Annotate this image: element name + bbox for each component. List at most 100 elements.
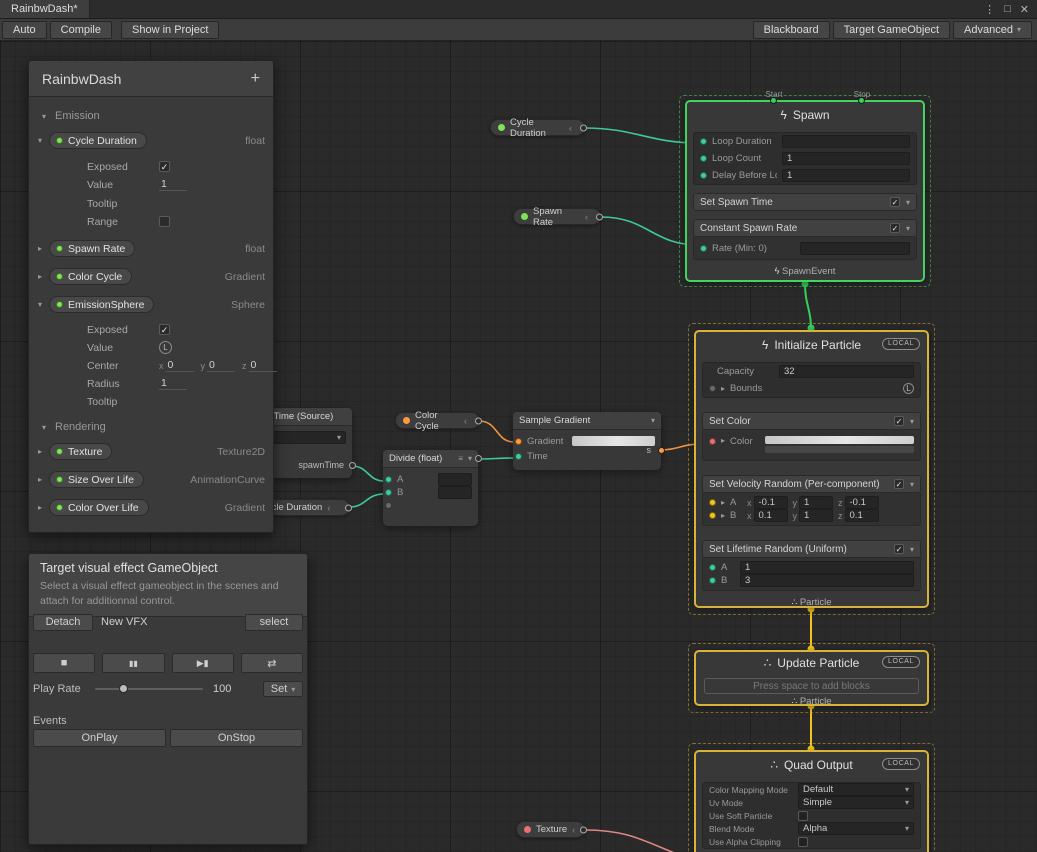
window-menu-icon[interactable]: ⋮	[984, 3, 995, 16]
spawntime-output-port[interactable]	[349, 462, 356, 469]
gradient-input-port[interactable]	[515, 438, 522, 445]
set-color-block[interactable]: Set Color ✓ ▾ ▸ Color	[702, 412, 921, 461]
add-parameter-button[interactable]: +	[251, 70, 260, 88]
alpha-clipping-checkbox[interactable]	[798, 837, 808, 847]
param-row-size-over-life[interactable]: ▸ Size Over Life AnimationCurve	[35, 471, 265, 488]
tab-rainbwdash[interactable]: RainbwDash*	[0, 0, 90, 18]
exposed-checkbox[interactable]: ✓	[159, 161, 170, 172]
bounds-port[interactable]	[709, 385, 716, 392]
divide-b-port[interactable]	[385, 489, 392, 496]
param-row-texture[interactable]: ▸ Texture Texture2D	[35, 443, 265, 460]
pill-output-port[interactable]	[475, 417, 482, 424]
sample-gradient-header[interactable]: Sample Gradient ▾	[513, 412, 661, 430]
blackboard-header[interactable]: RainbwDash +	[29, 61, 273, 97]
block-enabled-checkbox[interactable]: ✓	[890, 223, 900, 233]
lifetime-b-field[interactable]: 3	[740, 574, 914, 587]
blackboard-toggle-button[interactable]: Blackboard	[753, 21, 830, 39]
sample-output-port[interactable]	[658, 447, 665, 454]
set-lifetime-block[interactable]: Set Lifetime Random (Uniform) ✓ ▾ A 1 B …	[702, 540, 921, 591]
chevron-down-icon[interactable]: ▾	[39, 423, 49, 432]
caret-down-icon[interactable]: ▾	[468, 454, 472, 463]
chevron-right-icon[interactable]: ▸	[35, 475, 45, 484]
velocity-b-y[interactable]: 1	[799, 509, 833, 522]
restart-button[interactable]: ⇄	[241, 653, 303, 673]
collapse-icon[interactable]: ‹	[572, 825, 575, 835]
capacity-field[interactable]: 32	[779, 365, 914, 378]
param-row-color-over-life[interactable]: ▸ Color Over Life Gradient	[35, 499, 265, 516]
pill-spawn-rate[interactable]: Spawn Rate ‹	[513, 208, 601, 225]
set-velocity-block[interactable]: Set Velocity Random (Per-component) ✓ ▾ …	[702, 475, 921, 526]
update-placeholder[interactable]: Press space to add blocks	[704, 678, 919, 694]
center-x-field[interactable]: 0	[166, 359, 194, 372]
chevron-right-icon[interactable]: ▸	[721, 498, 725, 507]
color-input-port[interactable]	[709, 438, 716, 445]
play-rate-slider[interactable]	[95, 688, 203, 690]
step-button[interactable]: ▶▮	[172, 653, 234, 673]
caret-down-icon[interactable]: ▾	[906, 198, 910, 207]
loop-duration-port[interactable]	[700, 138, 707, 145]
chevron-down-icon[interactable]: ▾	[35, 136, 45, 145]
delay-port[interactable]	[700, 172, 707, 179]
loop-duration-field[interactable]	[782, 135, 910, 148]
divide-a-port[interactable]	[385, 476, 392, 483]
center-z-field[interactable]: 0	[249, 359, 277, 372]
play-rate-value[interactable]: 100	[213, 683, 251, 695]
chevron-right-icon[interactable]: ▸	[721, 436, 725, 445]
divide-node[interactable]: Divide (float) ≡ ▾ A B	[383, 450, 478, 526]
detach-button[interactable]: Detach	[33, 614, 93, 631]
divide-extra-port[interactable]	[385, 502, 392, 509]
pill-output-port[interactable]	[596, 213, 603, 220]
local-space-badge[interactable]: L	[159, 341, 172, 354]
caret-down-icon[interactable]: ▾	[651, 416, 655, 425]
soft-particle-checkbox[interactable]	[798, 811, 808, 821]
loop-count-field[interactable]: 1	[782, 152, 910, 165]
attached-object-name[interactable]: New VFX	[101, 616, 147, 628]
caret-down-icon[interactable]: ▾	[910, 545, 914, 554]
section-emission[interactable]: ▾ Emission	[39, 110, 263, 122]
select-button[interactable]: select	[245, 614, 303, 631]
rate-port[interactable]	[700, 245, 707, 252]
pill-output-port[interactable]	[345, 504, 352, 511]
initialize-node-header[interactable]: ϟ Initialize Particle LOCAL	[696, 332, 927, 358]
pill-output-port[interactable]	[580, 826, 587, 833]
param-row-cycle-duration[interactable]: ▾ Cycle Duration float	[35, 132, 265, 149]
chevron-right-icon[interactable]: ▸	[35, 272, 45, 281]
delay-field[interactable]: 1	[782, 169, 910, 182]
radius-field[interactable]: 1	[159, 377, 187, 390]
target-gameobject-panel[interactable]: Target visual effect GameObject Select a…	[28, 553, 308, 845]
constant-spawn-rate-block[interactable]: Constant Spawn Rate ✓ ▾ Rate (Min: 0)	[693, 219, 917, 260]
chevron-right-icon[interactable]: ▸	[35, 503, 45, 512]
update-node-header[interactable]: ∴ Update Particle LOCAL	[696, 652, 927, 674]
param-row-spawn-rate[interactable]: ▸ Spawn Rate float	[35, 240, 265, 257]
divide-node-header[interactable]: Divide (float) ≡ ▾	[383, 450, 478, 468]
section-rendering[interactable]: ▾ Rendering	[39, 421, 263, 433]
block-enabled-checkbox[interactable]: ✓	[894, 416, 904, 426]
sample-gradient-node[interactable]: Sample Gradient ▾ Gradient Time s	[513, 412, 661, 470]
pill-texture[interactable]: Texture ‹	[516, 821, 585, 838]
color-intensity-field[interactable]	[765, 446, 914, 453]
window-maximize-icon[interactable]: □	[1004, 3, 1011, 15]
onstop-button[interactable]: OnStop	[170, 729, 303, 747]
divide-output-port[interactable]	[475, 455, 482, 462]
chevron-down-icon[interactable]: ▾	[35, 300, 45, 309]
set-rate-button[interactable]: Set▾	[263, 681, 303, 697]
chevron-right-icon[interactable]: ▸	[35, 447, 45, 456]
update-node[interactable]: ∴ Update Particle LOCAL Press space to a…	[694, 650, 929, 706]
set-spawn-time-block[interactable]: Set Spawn Time ✓ ▾	[693, 193, 917, 211]
chevron-down-icon[interactable]: ▾	[39, 112, 49, 121]
auto-button[interactable]: Auto	[2, 21, 47, 39]
spawn-node[interactable]: Start Stop ϟ Spawn Loop Duration Loop Co…	[685, 100, 925, 282]
value-field[interactable]: 1	[159, 178, 187, 191]
onplay-button[interactable]: OnPlay	[33, 729, 166, 747]
caret-down-icon[interactable]: ▾	[906, 224, 910, 233]
initialize-node[interactable]: ϟ Initialize Particle LOCAL Capacity 32 …	[694, 330, 929, 608]
collapse-icon[interactable]: ‹	[585, 212, 588, 222]
velocity-b-x[interactable]: 0.1	[754, 509, 788, 522]
color-mapping-dropdown[interactable]: Default▾	[798, 783, 914, 796]
caret-down-icon[interactable]: ▾	[910, 480, 914, 489]
chevron-right-icon[interactable]: ▸	[35, 244, 45, 253]
slider-knob[interactable]	[119, 684, 128, 693]
chevron-right-icon[interactable]: ▸	[721, 511, 725, 520]
time-input-port[interactable]	[515, 453, 522, 460]
chevron-right-icon[interactable]: ▸	[721, 384, 725, 393]
